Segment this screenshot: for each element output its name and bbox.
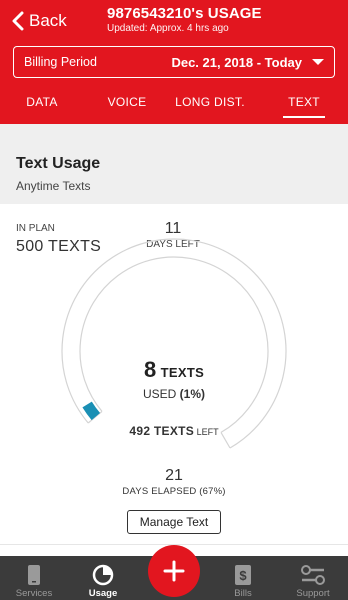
days-elapsed-number: 21 [165, 467, 183, 484]
tabbar-label-services: Services [15, 588, 53, 599]
tabbar-item-bills[interactable]: $ Bills [213, 556, 273, 600]
days-elapsed-label: DAYS ELAPSED (67%) [122, 486, 226, 497]
inner-ring [79, 256, 269, 433]
used-unit: TEXTS [160, 365, 205, 380]
used-number: 8 [143, 357, 157, 382]
manage-text-button[interactable]: Manage Text [127, 510, 221, 534]
phone-icon [4, 563, 64, 587]
dollar-document-icon: $ [213, 563, 273, 587]
used-prefix: USED [142, 387, 180, 401]
plus-icon [163, 560, 185, 582]
tabbar-item-usage[interactable]: Usage [73, 556, 133, 600]
add-button[interactable] [148, 545, 200, 597]
used-count: 8 TEXTS [0, 357, 348, 383]
texts-left-suffix: LEFT [194, 427, 219, 437]
tabbar-label-usage: Usage [88, 588, 118, 599]
texts-left-line: 492 TEXTS LEFT [0, 424, 348, 438]
texts-left-value: 492 TEXTS [129, 424, 195, 438]
used-percent: (1%) [179, 387, 206, 401]
tabbar-item-services[interactable]: Services [4, 556, 64, 600]
tabbar-item-support[interactable]: Support [283, 556, 343, 600]
tabbar-label-support: Support [296, 588, 330, 599]
wrench-icon [283, 563, 343, 587]
pie-chart-icon [73, 563, 133, 587]
used-arc [82, 401, 101, 421]
used-line: USED (1%) [0, 387, 348, 401]
svg-text:$: $ [239, 568, 247, 583]
tabbar-label-bills: Bills [234, 588, 252, 599]
